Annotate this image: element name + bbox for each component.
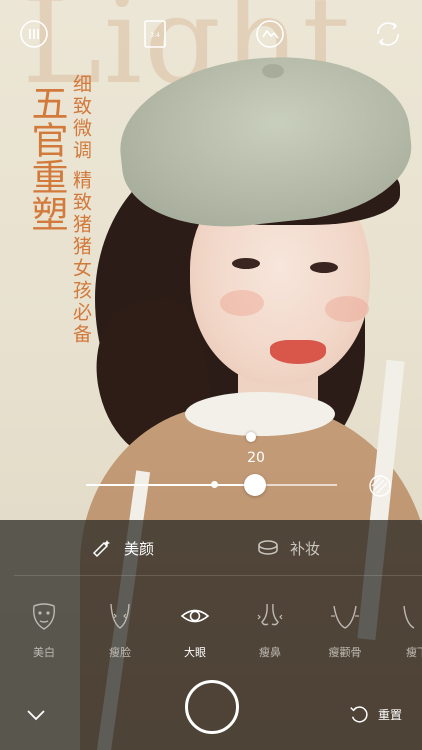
reset-icon <box>348 703 370 725</box>
tool-label: 美白 <box>33 646 55 659</box>
slider-value: 20 <box>247 450 265 466</box>
tool-label: 瘦脸 <box>109 646 131 659</box>
promo-line-2: 精致猪猪女孩必备 <box>70 170 92 346</box>
tool-label: 大眼 <box>184 646 206 659</box>
nose-icon <box>238 600 302 632</box>
face-effect-icon[interactable] <box>255 19 285 49</box>
slider-fill <box>86 484 257 486</box>
tool-slim-face[interactable]: 瘦脸 <box>88 600 152 660</box>
tab-makeup-label: 补妆 <box>290 539 321 558</box>
aspect-ratio-icon[interactable]: 3:4 <box>140 19 170 49</box>
compare-icon[interactable] <box>368 474 392 498</box>
switch-camera-icon[interactable] <box>373 19 403 49</box>
slider-thumb[interactable] <box>244 474 266 496</box>
tab-beauty[interactable]: 美颜 <box>90 535 154 561</box>
magic-brush-icon <box>90 536 114 560</box>
compact-icon <box>256 536 280 560</box>
promo-line-1: 细致微调 <box>70 74 92 162</box>
reset-button[interactable]: 重置 <box>348 703 402 725</box>
slider-midpoint-marker <box>211 481 218 488</box>
tool-label: 瘦下 <box>406 646 422 659</box>
panel-divider <box>14 575 422 576</box>
tool-slim-nose[interactable]: 瘦鼻 <box>238 600 302 660</box>
promo-title: 五官重塑 <box>25 84 68 232</box>
tool-slim-cheekbone[interactable]: 瘦颧骨 <box>313 600 377 660</box>
tool-label: 瘦鼻 <box>259 646 281 659</box>
tool-label: 瘦颧骨 <box>328 646 362 659</box>
tab-beauty-label: 美颜 <box>124 539 155 558</box>
shutter-button[interactable] <box>185 680 239 734</box>
tool-big-eyes[interactable]: 大眼 <box>163 600 227 660</box>
face-contour-icon <box>88 600 152 632</box>
face-mask-icon <box>12 600 76 632</box>
cheekbone-icon <box>313 600 377 632</box>
chevron-down-icon[interactable] <box>24 703 48 727</box>
eye-icon <box>163 600 227 632</box>
chin-icon <box>388 600 422 632</box>
tool-whiten[interactable]: 美白 <box>12 600 76 660</box>
menu-dots-icon[interactable] <box>19 19 49 49</box>
tool-slim-chin[interactable]: 瘦下 <box>388 600 422 660</box>
reset-label: 重置 <box>378 707 403 722</box>
svg-text:3:4: 3:4 <box>150 32 160 39</box>
tab-makeup[interactable]: 补妆 <box>256 535 320 561</box>
